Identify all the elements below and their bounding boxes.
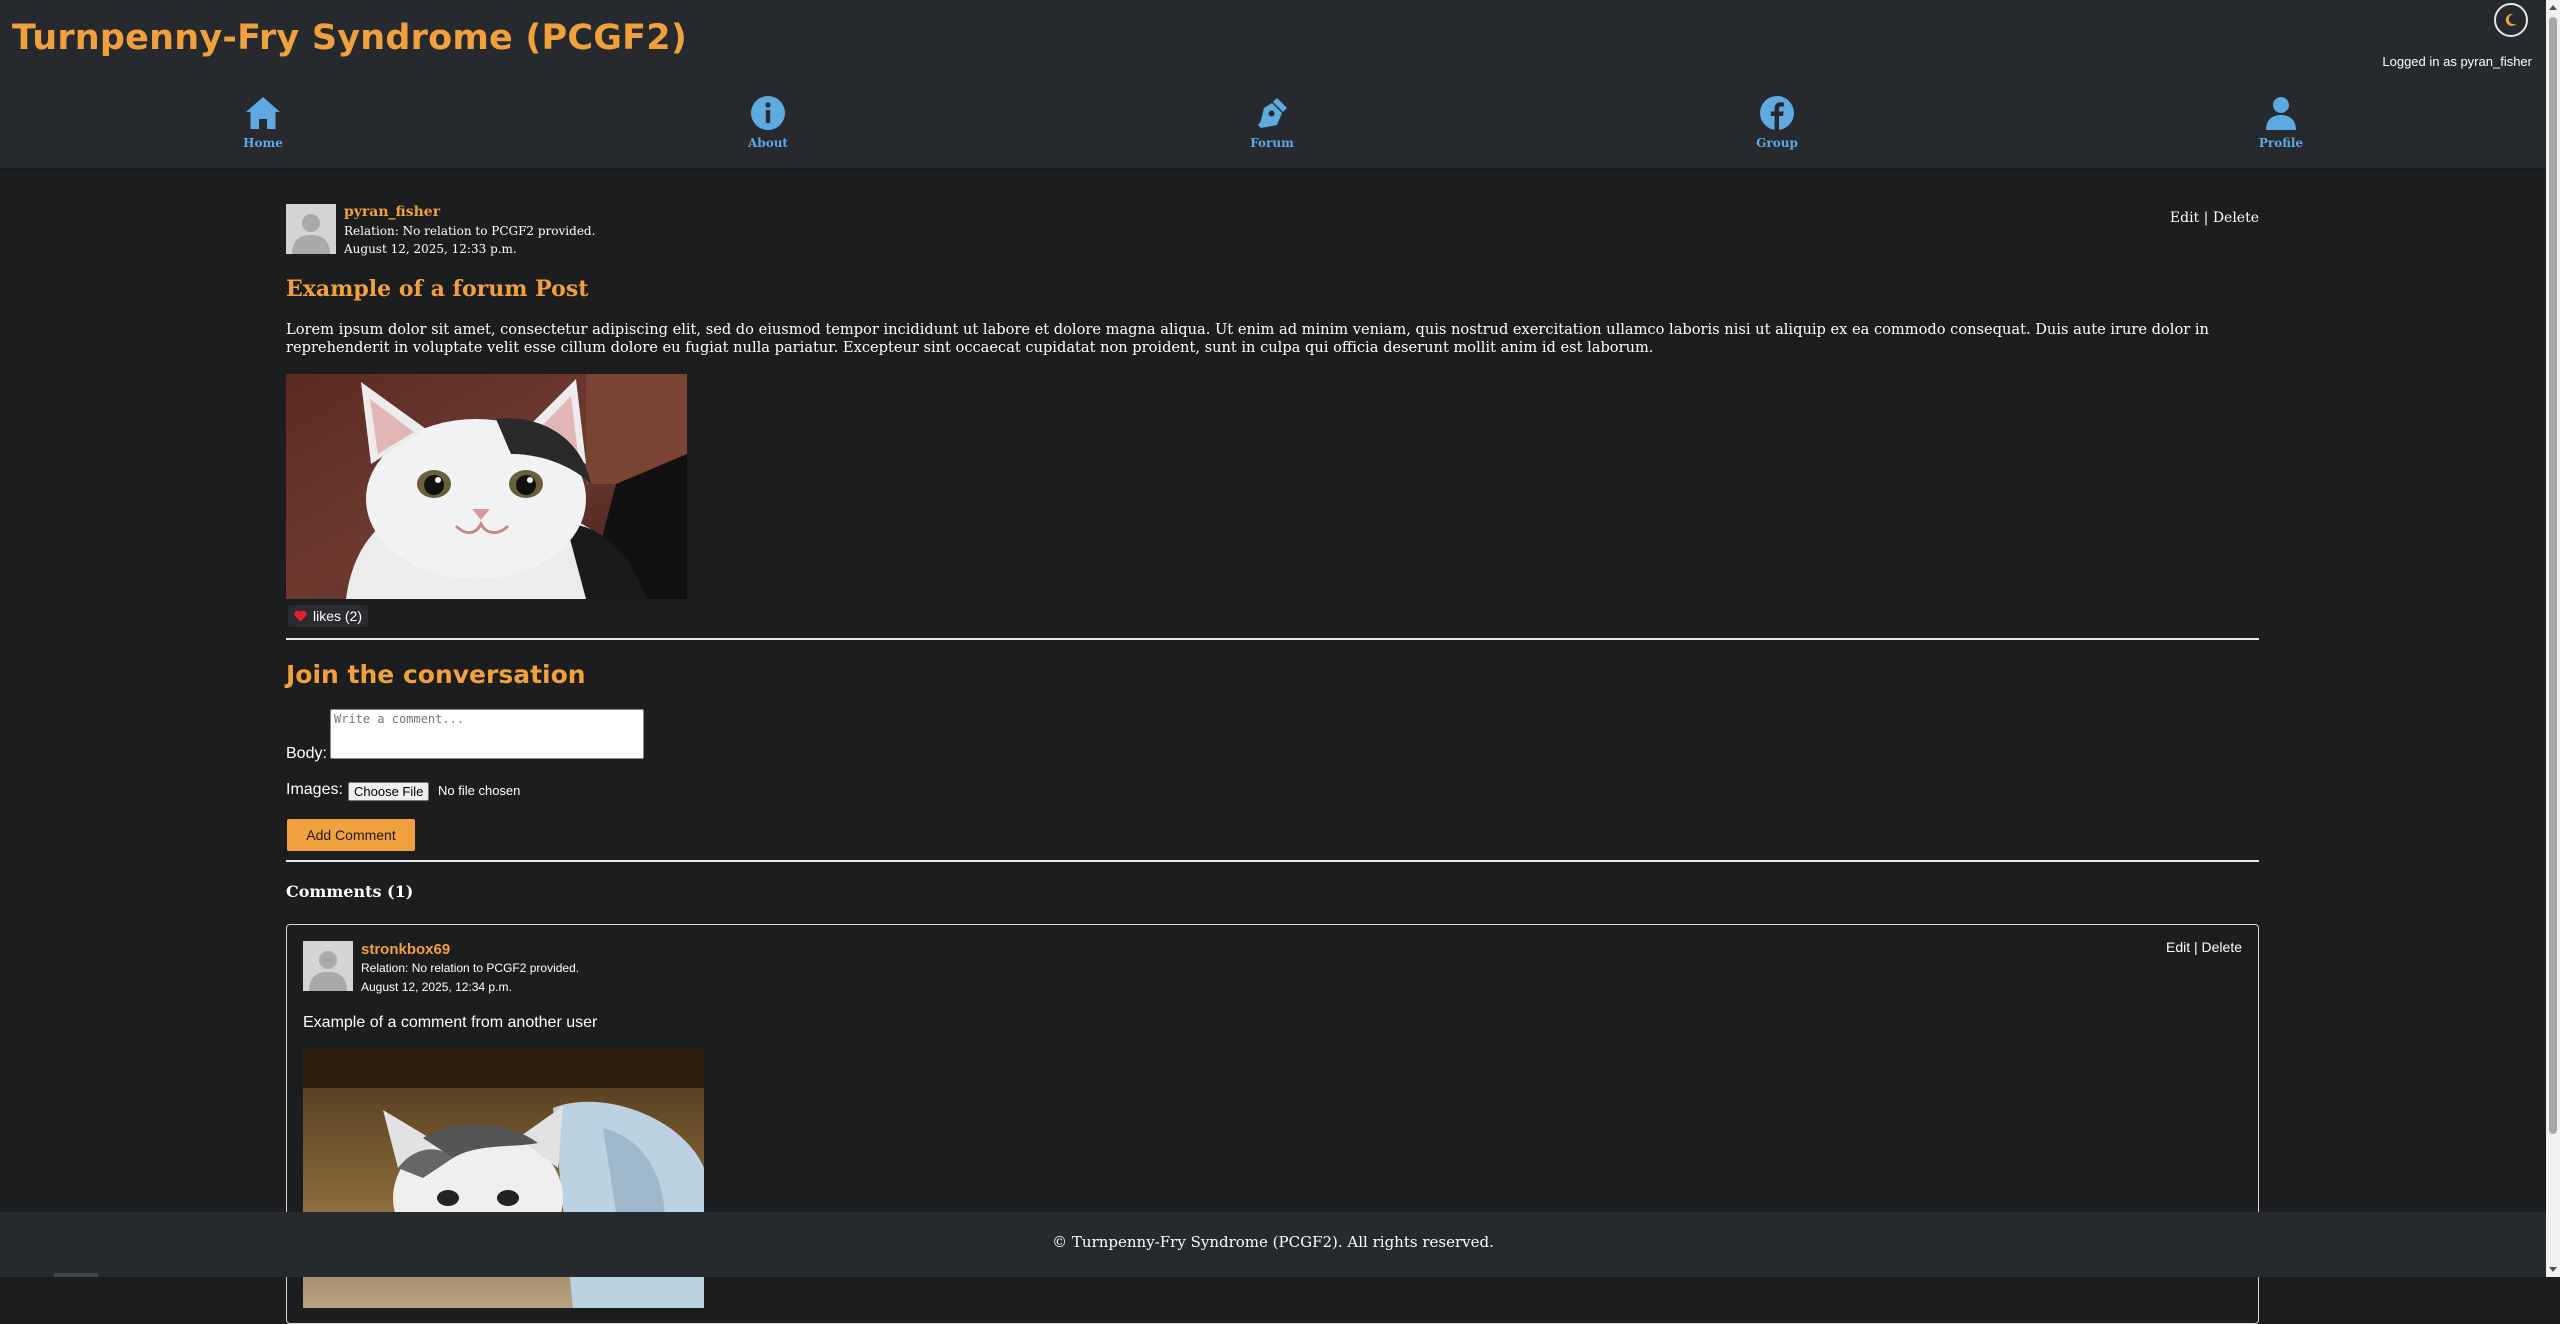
nav-profile[interactable]: Profile (2221, 94, 2341, 150)
nav-forum[interactable]: Forum (1212, 94, 1332, 150)
delete-comment-link[interactable]: Delete (2202, 939, 2242, 955)
comment-form-heading: Join the conversation (286, 660, 586, 689)
like-button[interactable]: likes (2) (288, 605, 369, 627)
home-icon (246, 97, 280, 129)
theme-toggle-button[interactable] (2494, 3, 2528, 37)
moon-icon (2505, 13, 2517, 26)
nav-forum-label: Forum (1250, 136, 1294, 150)
divider (286, 860, 2259, 862)
site-header: Turnpenny-Fry Syndrome (PCGF2) Logged in… (0, 0, 2546, 170)
login-status: Logged in as pyran_fisher (2382, 54, 2532, 69)
footer-widget (54, 1273, 98, 1277)
scroll-down-arrow-icon[interactable] (2546, 1263, 2560, 1277)
post-date: August 12, 2025, 12:33 p.m. (344, 242, 517, 256)
delete-post-link[interactable]: Delete (2213, 210, 2259, 226)
add-comment-button[interactable]: Add Comment (287, 819, 415, 851)
site-title[interactable]: Turnpenny-Fry Syndrome (PCGF2) (12, 18, 687, 58)
comment-author-name[interactable]: stronkbox69 (361, 941, 450, 958)
default-avatar-icon (303, 941, 353, 991)
action-separator: | (2194, 939, 2198, 955)
choose-file-button[interactable]: Choose File (348, 782, 430, 801)
pen-nib-icon (1258, 98, 1287, 128)
comments-heading: Comments (1) (286, 882, 414, 901)
page-scrollbar[interactable] (2546, 0, 2560, 1277)
scrollbar-thumb[interactable] (2549, 17, 2557, 1134)
nav-about[interactable]: About (708, 94, 828, 150)
nav-home-label: Home (243, 136, 283, 150)
action-separator: | (2203, 210, 2209, 226)
post-author-avatar (286, 204, 336, 254)
post-author-relation: Relation: No relation to PCGF2 provided. (344, 224, 596, 238)
file-status: No file chosen (438, 783, 521, 798)
comment-body: Example of a comment from another user (303, 1014, 598, 1031)
default-avatar-icon (286, 204, 336, 254)
comment-date: August 12, 2025, 12:34 p.m. (361, 980, 512, 994)
info-icon (751, 96, 785, 130)
heart-icon (294, 610, 307, 622)
body-label: Body: (286, 745, 327, 762)
post-title: Example of a forum Post (286, 276, 589, 302)
likes-count: likes (2) (313, 608, 363, 624)
post-author-name[interactable]: pyran_fisher (344, 204, 440, 220)
nav-group[interactable]: Group (1717, 94, 1837, 150)
scroll-up-arrow-icon[interactable] (2546, 0, 2560, 14)
comment-author-avatar (303, 941, 353, 991)
comment-author-relation: Relation: No relation to PCGF2 provided. (361, 961, 580, 975)
comment-actions: Edit | Delete (2166, 939, 2242, 955)
post-image-smiling-cat[interactable] (286, 374, 687, 599)
main-nav: Home About Forum Group Profile (0, 94, 2546, 154)
post-actions: Edit | Delete (2170, 210, 2259, 226)
edit-post-link[interactable]: Edit (2170, 210, 2199, 226)
nav-about-label: About (748, 136, 788, 150)
post-body: Lorem ipsum dolor sit amet, consectetur … (286, 321, 2209, 356)
nav-profile-label: Profile (2258, 136, 2304, 150)
edit-comment-link[interactable]: Edit (2166, 939, 2190, 955)
site-footer: © Turnpenny-Fry Syndrome (PCGF2). All ri… (0, 1212, 2546, 1277)
footer-copyright: © Turnpenny-Fry Syndrome (PCGF2). All ri… (1052, 1233, 1494, 1251)
nav-home[interactable]: Home (203, 94, 323, 150)
nav-group-label: Group (1756, 136, 1798, 150)
comment-body-input[interactable] (330, 709, 644, 759)
facebook-icon (1760, 96, 1794, 130)
divider (286, 638, 2259, 640)
user-icon (2266, 97, 2296, 130)
images-label: Images: (286, 781, 343, 798)
